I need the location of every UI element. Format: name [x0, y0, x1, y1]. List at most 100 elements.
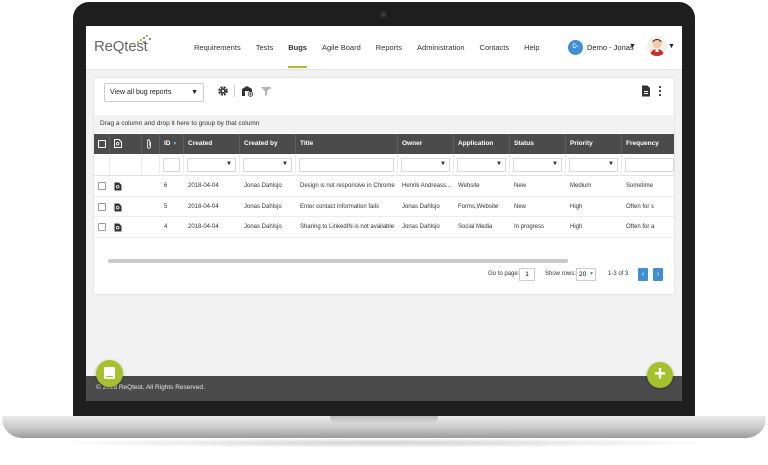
filter-application-select[interactable]: ▼ — [457, 158, 506, 172]
document-search-icon[interactable] — [114, 203, 122, 212]
table-row[interactable]: 5 2018-04-04 Jonas Dahlsjo Enter contact… — [94, 197, 674, 217]
cell-id: 4 — [164, 224, 168, 230]
chevron-down-icon: ▼ — [191, 89, 198, 96]
cell-application: Forms,Website — [458, 203, 499, 210]
chevron-down-icon[interactable]: ▼ — [629, 43, 636, 50]
cell-application: Website — [458, 183, 480, 189]
show-rows-select[interactable]: 20 ▼ — [576, 268, 596, 281]
page-range: 1-3 of 3 — [608, 271, 629, 277]
prev-page-button[interactable]: ‹ — [638, 268, 648, 281]
filter-priority-select[interactable]: ▼ — [569, 158, 618, 172]
group-by-hint[interactable]: Drag a column and drop it here to group … — [94, 115, 674, 133]
filter-created: ▼ — [184, 154, 240, 176]
row-checkbox[interactable] — [98, 223, 106, 231]
header-owner[interactable]: Owner — [398, 134, 454, 154]
gear-icon[interactable] — [217, 85, 229, 97]
grid-filter-row: ▼ ▼ ▼ ▼ ▼ ▼ — [94, 154, 674, 176]
header-priority[interactable]: Priority — [566, 134, 622, 154]
cell-title[interactable]: Design is not responsive in Chrome — [296, 176, 398, 196]
more-vertical-icon[interactable] — [657, 85, 663, 97]
filter-blank — [142, 154, 160, 176]
table-row[interactable]: 4 2018-04-04 Jonas Dahlsjo Sharing to Li… — [94, 217, 674, 238]
nav-tests[interactable]: Tests — [256, 26, 274, 70]
nav-administration[interactable]: Administration — [417, 26, 465, 70]
header-created-by[interactable]: Created by — [240, 134, 296, 154]
row-open-cell — [110, 197, 142, 217]
cell-id: 6 — [164, 183, 168, 189]
add-report-icon[interactable] — [241, 85, 253, 97]
filter-status-select[interactable]: ▼ — [513, 158, 562, 172]
profile-avatar[interactable] — [647, 36, 667, 56]
filter-status: ▼ — [510, 154, 566, 176]
header-select-all[interactable] — [94, 134, 110, 154]
cell-owner: Jonas Dahlsjo — [402, 203, 440, 210]
cell-id: 5 — [164, 203, 168, 210]
filter-created-by-select[interactable]: ▼ — [243, 158, 292, 172]
row-attachment — [142, 217, 160, 237]
filter-created-select[interactable]: ▼ — [187, 158, 236, 172]
document-search-icon[interactable] — [114, 223, 122, 232]
next-page-button[interactable]: › — [653, 268, 663, 281]
nav-agile-board[interactable]: Agile Board — [322, 26, 361, 70]
show-rows-label: Show rows: — [545, 271, 577, 277]
cell-frequency: Often for s — [626, 203, 655, 210]
nav-bugs[interactable]: Bugs — [288, 26, 307, 70]
nav-reports[interactable]: Reports — [376, 26, 402, 70]
feedback-button[interactable] — [96, 360, 123, 387]
paperclip-icon — [147, 139, 151, 149]
header-report-icon-col[interactable] — [110, 134, 142, 154]
laptop-shadow — [40, 438, 728, 448]
header-status[interactable]: Status — [510, 134, 566, 154]
filter-icon[interactable] — [260, 85, 272, 97]
bug-grid: ID ▼ Created Created by Title Owner Appl… — [94, 134, 674, 238]
row-select — [94, 197, 110, 217]
row-checkbox[interactable] — [98, 202, 106, 211]
laptop-camera — [380, 11, 387, 18]
chevron-down-icon: ▼ — [552, 161, 558, 167]
filter-priority: ▼ — [566, 154, 622, 176]
cell-frequency: Sometime — [626, 183, 654, 189]
filter-owner-select[interactable]: ▼ — [401, 158, 450, 172]
select-all-checkbox[interactable] — [98, 140, 106, 148]
cell-created-by: Jonas Dahlsjo — [244, 224, 282, 230]
table-row[interactable]: 6 2018-04-04 Jonas Dahlsjo Design is not… — [94, 176, 674, 197]
header-application[interactable]: Application — [454, 134, 510, 154]
document-search-icon[interactable] — [114, 182, 122, 191]
header-id[interactable]: ID ▼ — [160, 134, 184, 154]
filter-id-input[interactable] — [163, 158, 180, 172]
user-avatar[interactable]: D- — [568, 40, 583, 55]
header-frequency[interactable]: Frequency — [622, 134, 674, 154]
nav-requirements[interactable]: Requirements — [194, 26, 241, 70]
nav-help[interactable]: Help — [524, 26, 539, 70]
top-bar: ReQtest Requirements Tests Bugs Agile Bo… — [86, 26, 682, 70]
cell-title[interactable]: Sharing to LinkedIN is not available — [296, 217, 398, 237]
header-title[interactable]: Title — [296, 134, 398, 154]
filter-created-by: ▼ — [240, 154, 296, 176]
cell-title[interactable]: Enter contact information fails — [296, 197, 398, 217]
row-checkbox[interactable] — [98, 182, 106, 190]
header-created[interactable]: Created — [184, 134, 240, 154]
cell-created: 2018-04-04 — [188, 183, 219, 189]
filter-frequency-select[interactable] — [625, 158, 674, 172]
toolbar-divider — [234, 85, 235, 97]
filter-frequency — [622, 154, 674, 176]
cell-created-by: Jonas Dahlsjo — [244, 183, 282, 189]
chevron-down-icon: ▼ — [589, 271, 594, 277]
filter-application: ▼ — [454, 154, 510, 176]
goto-page-input[interactable]: 1 — [519, 268, 535, 281]
view-select[interactable]: View all bug reports ▼ — [104, 83, 204, 102]
bug-list-panel: View all bug reports ▼ Drag a column and… — [94, 78, 674, 294]
add-button[interactable]: + — [647, 362, 673, 388]
export-document-icon[interactable] — [641, 85, 651, 97]
cell-priority: High — [570, 224, 583, 230]
header-attachment-col[interactable] — [142, 134, 160, 154]
cell-created-by: Jonas Dahlsjo — [244, 203, 282, 210]
horizontal-scrollbar[interactable] — [108, 259, 568, 263]
filter-title-input[interactable] — [299, 158, 394, 172]
nav-contacts[interactable]: Contacts — [480, 26, 510, 70]
filter-blank — [110, 154, 142, 176]
user-menu[interactable]: Demo - Jonas — [587, 43, 634, 52]
filter-title — [296, 154, 398, 176]
view-select-label: View all bug reports — [110, 89, 172, 96]
chevron-down-icon[interactable]: ▼ — [668, 43, 675, 50]
